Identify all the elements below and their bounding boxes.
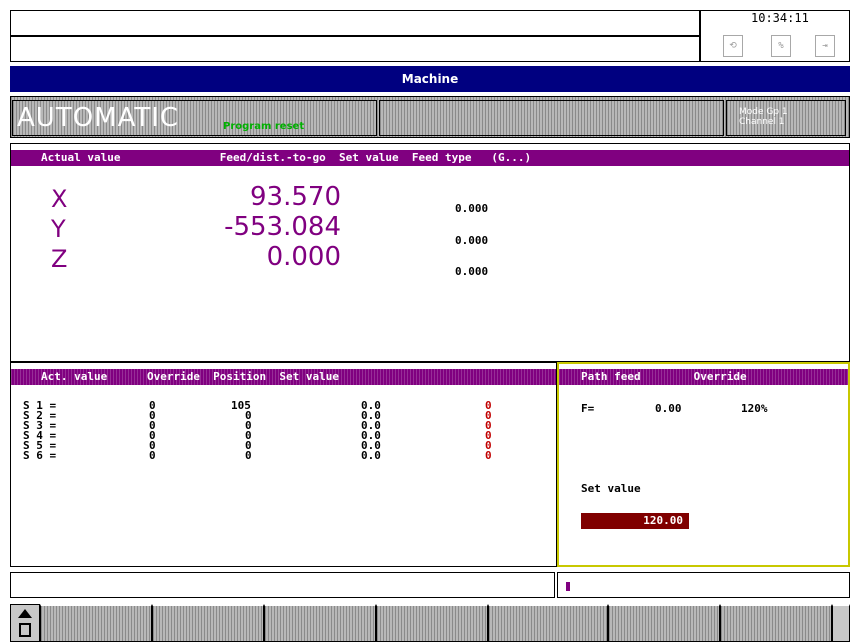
softkey-6[interactable] [608,604,720,642]
axis-name-y: Y [51,215,66,243]
spindle-row-name: S 6 = [23,449,57,462]
input-line[interactable] [557,572,850,598]
status-box: 10:34:11 ⟲ % ⇥ [700,10,850,62]
channel-switch-icon[interactable]: ⟲ [723,35,743,57]
feed-f-label: F= [581,402,595,415]
axis-value-x: 93.570 [250,182,341,212]
dialog-line [10,572,555,598]
softkey-7[interactable] [720,604,832,642]
axis-dtg-x: 0.000 [455,202,489,215]
axis-name-x: X [51,185,68,213]
feed-set-label: Set value [581,482,641,495]
softkey-3[interactable] [264,604,376,642]
softkey-2[interactable] [152,604,264,642]
mode-group-label: Mode Gp 1 [739,107,788,117]
feed-set-value-input[interactable]: 120.00 [581,513,689,529]
axis-value-z: 0.000 [266,242,341,272]
axis-dtg-y: 0.000 [455,234,489,247]
channel-label: Channel 1 [739,117,785,127]
mode-bar: AUTOMATIC Program reset Mode Gp 1 Channe… [10,96,850,138]
channel-box[interactable]: Mode Gp 1 Channel 1 [726,100,846,136]
recall-key[interactable] [10,604,40,642]
softkey-1[interactable] [40,604,152,642]
recall-box-icon [19,623,31,637]
spindle-panel: Act. value Override Position Set value S… [10,362,557,567]
mode-box: AUTOMATIC Program reset [12,100,377,136]
feed-f-value: 0.00 [655,402,682,415]
spindle-act-value: 0 [149,449,156,462]
spindle-table: S 1 = S 2 = S 3 = S 4 = S 5 = S 6 = 0 0 … [23,400,543,471]
percent-icon[interactable]: % [771,35,791,57]
window-title: Machine [10,66,850,92]
exit-icon[interactable]: ⇥ [815,35,835,57]
alarm-line [10,10,700,36]
softkey-8[interactable] [832,604,850,642]
axes-panel-header: Actual value Feed/dist.-to-go Set value … [11,150,849,166]
softkey-5[interactable] [488,604,608,642]
clock-time: 10:34:11 [751,11,809,25]
message-line [10,36,700,62]
program-status: Program reset [223,121,305,132]
spindle-override: 0 [245,449,252,462]
status-field [379,100,724,136]
spindle-set-value: 0 [485,449,492,462]
spindle-position: 0.0 [361,449,381,462]
axis-name-z: Z [51,245,68,273]
feed-panel[interactable]: Path feed Override F= 0.00 120% Set valu… [557,362,850,567]
feed-override: 120% [741,402,768,415]
recall-up-icon [18,609,32,618]
input-cursor [566,582,570,591]
axis-dtg-z: 0.000 [455,265,489,278]
feed-panel-header: Path feed Override [559,369,848,385]
softkey-4[interactable] [376,604,488,642]
axes-panel: Actual value Feed/dist.-to-go Set value … [10,143,850,362]
mode-name: AUTOMATIC [17,103,180,133]
spindle-panel-header: Act. value Override Position Set value [11,369,556,385]
axis-value-y: -553.084 [224,212,341,242]
